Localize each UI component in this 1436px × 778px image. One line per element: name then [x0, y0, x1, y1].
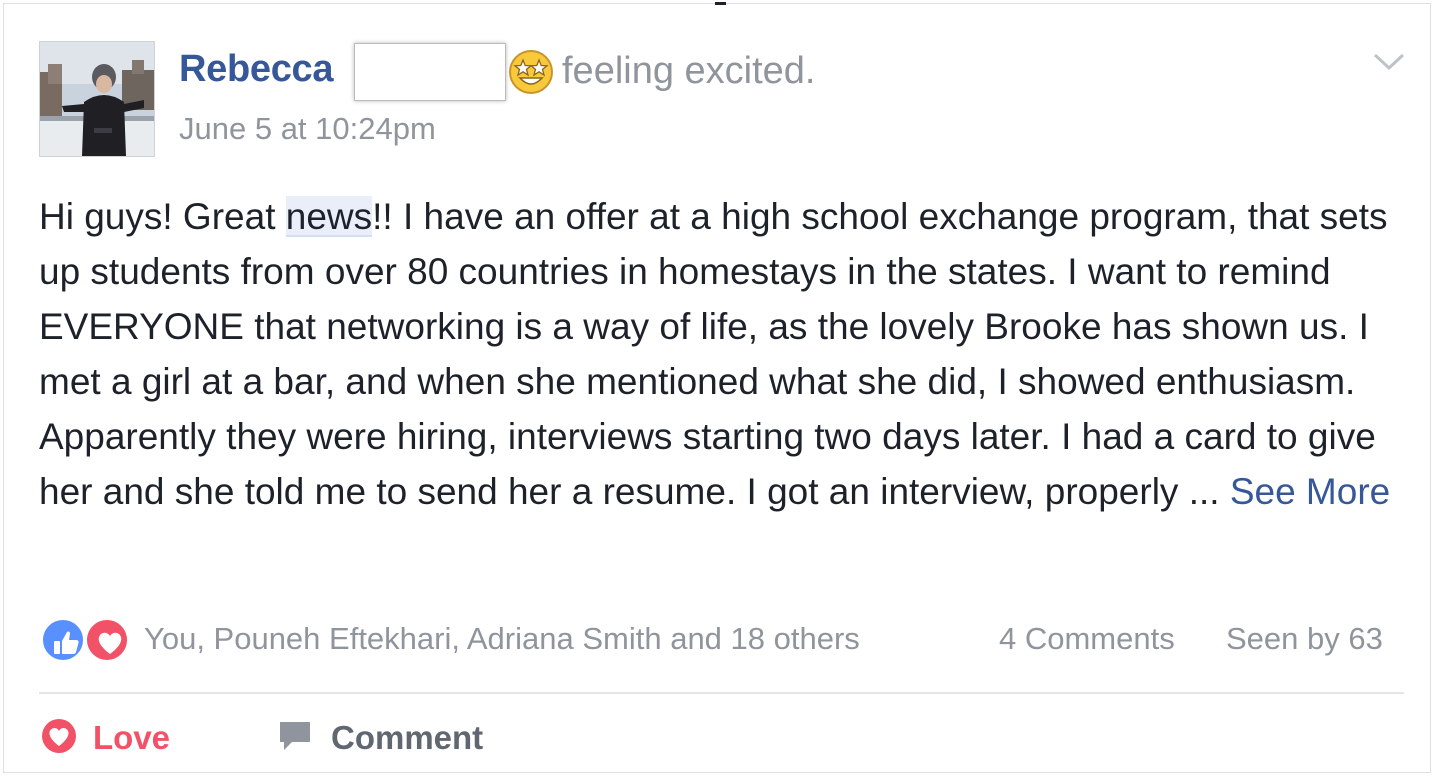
divider [39, 692, 1404, 694]
seen-by-count[interactable]: Seen by 63 [1226, 621, 1383, 657]
post-text-start: Hi guys! Great [39, 196, 286, 237]
heart-icon [84, 617, 130, 663]
redacted-surname [354, 43, 506, 101]
avatar[interactable] [39, 41, 155, 157]
top-edge-marker [715, 2, 726, 5]
feeling-status: feeling excited. [562, 50, 816, 92]
comment-label: Comment [331, 719, 484, 756]
thumbs-up-icon [40, 617, 86, 663]
love-label: Love [93, 719, 171, 756]
post-text-rest: !! I have an offer at a high school exch… [39, 196, 1388, 512]
author-name[interactable]: Rebecca [179, 48, 334, 91]
reactors-summary[interactable]: You, Pouneh Eftekhari, Adriana Smith and… [144, 621, 860, 657]
comments-count[interactable]: 4 Comments [999, 621, 1175, 657]
chevron-down-icon[interactable] [1372, 51, 1406, 73]
reaction-icons[interactable] [40, 617, 140, 663]
love-button[interactable]: Love [40, 716, 170, 760]
star-struck-emoji-icon [508, 49, 554, 95]
speech-bubble-icon [277, 718, 313, 759]
comment-button[interactable]: Comment [277, 716, 483, 760]
highlighted-word: news [285, 196, 373, 237]
post-timestamp[interactable]: June 5 at 10:24pm [179, 111, 436, 147]
post-body: Hi guys! Great news!! I have an offer at… [39, 189, 1409, 519]
heart-outline-icon [40, 717, 78, 760]
post-card: Rebecca feeling excited. June 5 at 10:24… [3, 2, 1431, 773]
see-more-link[interactable]: See More [1230, 471, 1390, 512]
